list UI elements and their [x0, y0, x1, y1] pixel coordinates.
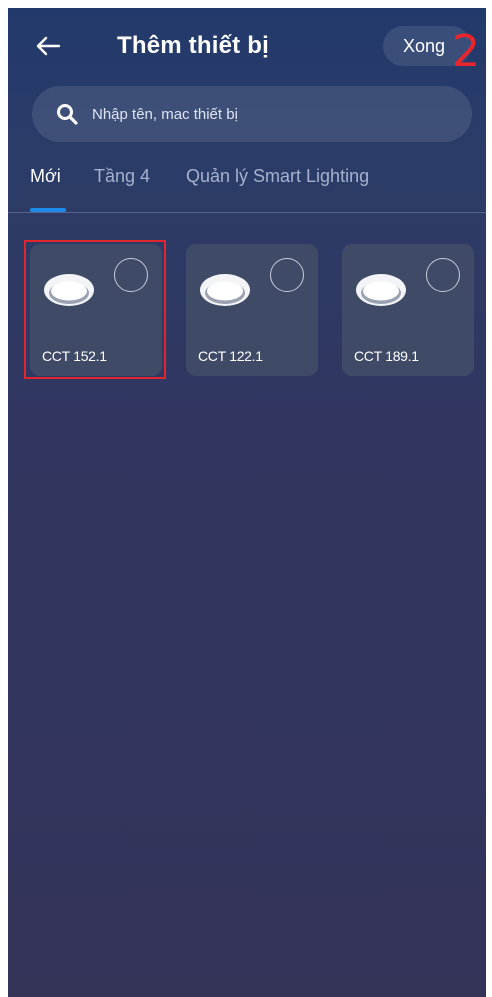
page-title: Thêm thiết bị: [117, 32, 269, 59]
ceiling-light-icon: [356, 274, 406, 306]
tab-tang-4[interactable]: Tầng 4: [94, 166, 150, 187]
device-card[interactable]: CCT 152.1: [30, 244, 162, 376]
step-marker: 2: [452, 26, 480, 77]
app-screen: Thêm thiết bị Xong 2 Mới Tầng 4 Quản lý …: [8, 8, 486, 997]
device-name: CCT 122.1: [198, 348, 263, 364]
tab-moi[interactable]: Mới: [30, 166, 61, 187]
device-name: CCT 189.1: [354, 348, 419, 364]
device-card[interactable]: CCT 122.1: [186, 244, 318, 376]
tab-quan-ly-smart-lighting[interactable]: Quản lý Smart Lighting: [186, 166, 369, 187]
arrow-left-icon: [36, 36, 61, 56]
search-icon: [56, 103, 78, 125]
select-checkbox[interactable]: [426, 258, 460, 292]
search-input[interactable]: [92, 105, 432, 123]
select-checkbox[interactable]: [114, 258, 148, 292]
device-name: CCT 152.1: [42, 348, 107, 364]
search-bar[interactable]: [32, 86, 472, 142]
tab-bar: Mới Tầng 4 Quản lý Smart Lighting: [8, 160, 486, 214]
ceiling-light-icon: [200, 274, 250, 306]
ceiling-light-icon: [44, 274, 94, 306]
select-checkbox[interactable]: [270, 258, 304, 292]
device-card[interactable]: CCT 189.1: [342, 244, 474, 376]
divider: [8, 212, 486, 213]
back-button[interactable]: [30, 28, 66, 64]
header: Thêm thiết bị Xong 2: [8, 8, 486, 88]
